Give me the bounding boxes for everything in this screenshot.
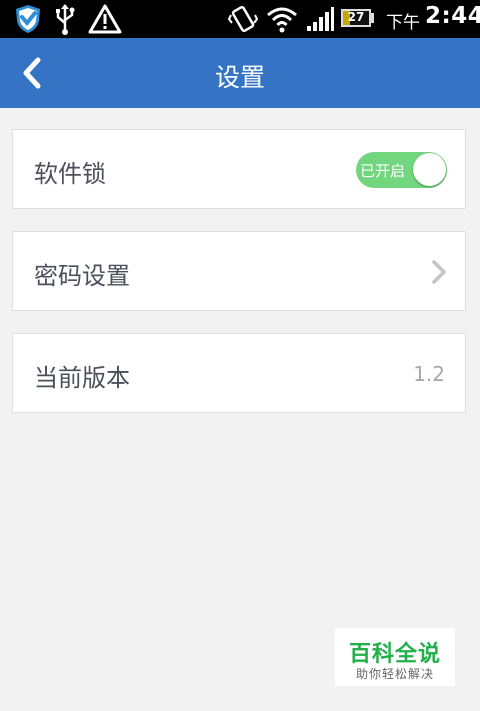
watermark-subtitle: 助你轻松解决 (355, 667, 434, 681)
vibrate-icon (226, 3, 260, 35)
watermark-logo: 百科全说 助你轻松解决 (335, 628, 455, 686)
signal-icon (304, 3, 336, 35)
toggle-state-label: 已开启 (360, 162, 406, 180)
version-value: 1.2 (413, 362, 445, 386)
software-lock-label: 软件锁 (34, 160, 106, 188)
password-settings-row[interactable]: 密码设置 (12, 231, 466, 311)
usb-icon (52, 3, 78, 35)
password-settings-label: 密码设置 (34, 262, 130, 290)
chevron-right-icon (432, 260, 446, 284)
watermark-title: 百科全说 (348, 642, 441, 667)
battery-cap (371, 13, 374, 23)
app-header: 设置 (0, 38, 480, 108)
software-lock-toggle[interactable]: 已开启 (356, 152, 447, 188)
current-version-row: 当前版本 1.2 (12, 333, 466, 413)
wifi-icon (264, 3, 300, 35)
time-period: 下午 (386, 13, 420, 33)
current-version-label: 当前版本 (34, 364, 130, 392)
warning-icon (87, 3, 123, 35)
shield-icon (10, 3, 46, 35)
battery-icon: 27 (341, 9, 371, 27)
page-title: 设置 (214, 63, 265, 92)
status-bar: 27 下午 2:44 (0, 0, 480, 38)
clock-time: 2:44 (425, 3, 480, 29)
battery-level: 27 (347, 10, 365, 24)
toggle-knob (413, 153, 446, 186)
software-lock-row: 软件锁 已开启 (12, 129, 466, 209)
